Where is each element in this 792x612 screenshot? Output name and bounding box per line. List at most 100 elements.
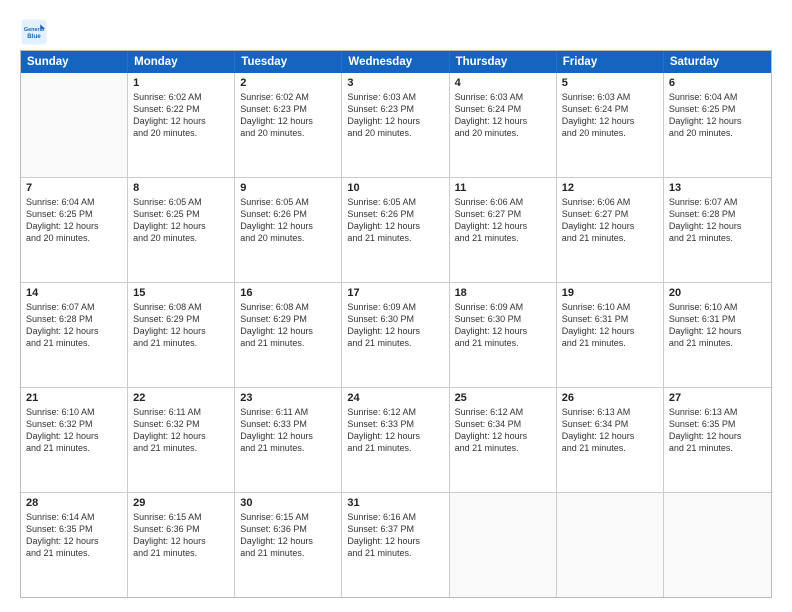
header-row: General Blue <box>20 18 772 46</box>
cell-info: Sunrise: 6:03 AMSunset: 6:23 PMDaylight:… <box>347 91 443 140</box>
header-day-thursday: Thursday <box>450 51 557 73</box>
cal-cell-1-3: 2 Sunrise: 6:02 AMSunset: 6:23 PMDaylight… <box>235 73 342 177</box>
cal-cell-4-5: 25 Sunrise: 6:12 AMSunset: 6:34 PMDayligh… <box>450 388 557 492</box>
cell-info: Sunrise: 6:10 AMSunset: 6:32 PMDaylight:… <box>26 406 122 455</box>
cal-cell-5-2: 29Sunrise: 6:15 AMSunset: 6:36 PMDayligh… <box>128 493 235 597</box>
svg-text:Blue: Blue <box>27 33 41 40</box>
logo: General Blue <box>20 18 50 46</box>
cal-cell-3-4: 17 Sunrise: 6:09 AMSunset: 6:30 PMDayligh… <box>342 283 449 387</box>
day-number: 1 <box>133 77 229 89</box>
calendar: SundayMondayTuesdayWednesdayThursdayFrid… <box>20 50 772 598</box>
day-number: 23 <box>240 392 336 404</box>
day-number: 31 <box>347 497 443 509</box>
cal-cell-5-7 <box>664 493 771 597</box>
cell-info: Sunrise: 6:11 AMSunset: 6:33 PMDaylight:… <box>240 406 336 455</box>
calendar-header: SundayMondayTuesdayWednesdayThursdayFrid… <box>21 51 771 73</box>
cell-info: Sunrise: 6:04 AMSunset: 6:25 PMDaylight:… <box>26 196 122 245</box>
day-number: 12 <box>562 182 658 194</box>
day-number: 18 <box>455 287 551 299</box>
cell-info: Sunrise: 6:12 AMSunset: 6:33 PMDaylight:… <box>347 406 443 455</box>
cell-info: Sunrise: 6:15 AMSunset: 6:36 PMDaylight:… <box>133 511 229 560</box>
cal-cell-5-4: 31 Sunrise: 6:16 AMSunset: 6:37 PMDayligh… <box>342 493 449 597</box>
cell-info: Sunrise: 6:13 AMSunset: 6:34 PMDaylight:… <box>562 406 658 455</box>
header-day-sunday: Sunday <box>21 51 128 73</box>
week-row-1: 1 Sunrise: 6:02 AMSunset: 6:22 PMDaylight… <box>21 73 771 177</box>
cal-cell-1-7: 6 Sunrise: 6:04 AMSunset: 6:25 PMDaylight… <box>664 73 771 177</box>
header-day-monday: Monday <box>128 51 235 73</box>
day-number: 27 <box>669 392 766 404</box>
day-number: 10 <box>347 182 443 194</box>
cal-cell-2-7: 13 Sunrise: 6:07 AMSunset: 6:28 PMDayligh… <box>664 178 771 282</box>
header-day-tuesday: Tuesday <box>235 51 342 73</box>
header-day-wednesday: Wednesday <box>342 51 449 73</box>
week-row-3: 14Sunrise: 6:07 AMSunset: 6:28 PMDayligh… <box>21 282 771 387</box>
day-number: 9 <box>240 182 336 194</box>
day-number: 21 <box>26 392 122 404</box>
calendar-body: 1 Sunrise: 6:02 AMSunset: 6:22 PMDaylight… <box>21 73 771 597</box>
cell-info: Sunrise: 6:16 AMSunset: 6:37 PMDaylight:… <box>347 511 443 560</box>
cell-info: Sunrise: 6:08 AMSunset: 6:29 PMDaylight:… <box>133 301 229 350</box>
page: General Blue SundayMondayTuesdayWednesda… <box>0 0 792 612</box>
logo-icon: General Blue <box>20 18 48 46</box>
cell-info: Sunrise: 6:03 AMSunset: 6:24 PMDaylight:… <box>455 91 551 140</box>
cal-cell-2-6: 12 Sunrise: 6:06 AMSunset: 6:27 PMDayligh… <box>557 178 664 282</box>
cal-cell-3-7: 20 Sunrise: 6:10 AMSunset: 6:31 PMDayligh… <box>664 283 771 387</box>
day-number: 20 <box>669 287 766 299</box>
cal-cell-4-2: 22 Sunrise: 6:11 AMSunset: 6:32 PMDayligh… <box>128 388 235 492</box>
day-number: 30 <box>240 497 336 509</box>
cell-info: Sunrise: 6:12 AMSunset: 6:34 PMDaylight:… <box>455 406 551 455</box>
day-number: 6 <box>669 77 766 89</box>
day-number: 26 <box>562 392 658 404</box>
cell-info: Sunrise: 6:05 AMSunset: 6:26 PMDaylight:… <box>240 196 336 245</box>
cell-info: Sunrise: 6:06 AMSunset: 6:27 PMDaylight:… <box>455 196 551 245</box>
cal-cell-3-2: 15 Sunrise: 6:08 AMSunset: 6:29 PMDayligh… <box>128 283 235 387</box>
cal-cell-1-2: 1 Sunrise: 6:02 AMSunset: 6:22 PMDaylight… <box>128 73 235 177</box>
cal-cell-3-3: 16Sunrise: 6:08 AMSunset: 6:29 PMDayligh… <box>235 283 342 387</box>
cell-info: Sunrise: 6:05 AMSunset: 6:26 PMDaylight:… <box>347 196 443 245</box>
cal-cell-4-7: 27 Sunrise: 6:13 AMSunset: 6:35 PMDayligh… <box>664 388 771 492</box>
cell-info: Sunrise: 6:09 AMSunset: 6:30 PMDaylight:… <box>455 301 551 350</box>
cal-cell-4-6: 26 Sunrise: 6:13 AMSunset: 6:34 PMDayligh… <box>557 388 664 492</box>
cal-cell-3-6: 19Sunrise: 6:10 AMSunset: 6:31 PMDayligh… <box>557 283 664 387</box>
cal-cell-2-3: 9 Sunrise: 6:05 AMSunset: 6:26 PMDaylight… <box>235 178 342 282</box>
cell-info: Sunrise: 6:09 AMSunset: 6:30 PMDaylight:… <box>347 301 443 350</box>
cal-cell-1-1 <box>21 73 128 177</box>
cal-cell-5-5 <box>450 493 557 597</box>
cal-cell-1-4: 3Sunrise: 6:03 AMSunset: 6:23 PMDaylight… <box>342 73 449 177</box>
cell-info: Sunrise: 6:07 AMSunset: 6:28 PMDaylight:… <box>669 196 766 245</box>
header-day-saturday: Saturday <box>664 51 771 73</box>
day-number: 8 <box>133 182 229 194</box>
cell-info: Sunrise: 6:03 AMSunset: 6:24 PMDaylight:… <box>562 91 658 140</box>
day-number: 28 <box>26 497 122 509</box>
cal-cell-5-6 <box>557 493 664 597</box>
day-number: 17 <box>347 287 443 299</box>
cell-info: Sunrise: 6:13 AMSunset: 6:35 PMDaylight:… <box>669 406 766 455</box>
cal-cell-4-1: 21 Sunrise: 6:10 AMSunset: 6:32 PMDayligh… <box>21 388 128 492</box>
cell-info: Sunrise: 6:02 AMSunset: 6:22 PMDaylight:… <box>133 91 229 140</box>
cell-info: Sunrise: 6:10 AMSunset: 6:31 PMDaylight:… <box>669 301 766 350</box>
cal-cell-1-6: 5 Sunrise: 6:03 AMSunset: 6:24 PMDaylight… <box>557 73 664 177</box>
cell-info: Sunrise: 6:05 AMSunset: 6:25 PMDaylight:… <box>133 196 229 245</box>
day-number: 15 <box>133 287 229 299</box>
day-number: 5 <box>562 77 658 89</box>
header-day-friday: Friday <box>557 51 664 73</box>
day-number: 16 <box>240 287 336 299</box>
cal-cell-4-3: 23 Sunrise: 6:11 AMSunset: 6:33 PMDayligh… <box>235 388 342 492</box>
cell-info: Sunrise: 6:02 AMSunset: 6:23 PMDaylight:… <box>240 91 336 140</box>
day-number: 25 <box>455 392 551 404</box>
cal-cell-3-5: 18 Sunrise: 6:09 AMSunset: 6:30 PMDayligh… <box>450 283 557 387</box>
day-number: 13 <box>669 182 766 194</box>
cal-cell-3-1: 14Sunrise: 6:07 AMSunset: 6:28 PMDayligh… <box>21 283 128 387</box>
day-number: 2 <box>240 77 336 89</box>
cal-cell-5-3: 30Sunrise: 6:15 AMSunset: 6:36 PMDayligh… <box>235 493 342 597</box>
cell-info: Sunrise: 6:07 AMSunset: 6:28 PMDaylight:… <box>26 301 122 350</box>
day-number: 22 <box>133 392 229 404</box>
day-number: 4 <box>455 77 551 89</box>
day-number: 7 <box>26 182 122 194</box>
cell-info: Sunrise: 6:06 AMSunset: 6:27 PMDaylight:… <box>562 196 658 245</box>
cell-info: Sunrise: 6:04 AMSunset: 6:25 PMDaylight:… <box>669 91 766 140</box>
cal-cell-2-2: 8 Sunrise: 6:05 AMSunset: 6:25 PMDaylight… <box>128 178 235 282</box>
cal-cell-1-5: 4 Sunrise: 6:03 AMSunset: 6:24 PMDaylight… <box>450 73 557 177</box>
week-row-5: 28Sunrise: 6:14 AMSunset: 6:35 PMDayligh… <box>21 492 771 597</box>
cell-info: Sunrise: 6:11 AMSunset: 6:32 PMDaylight:… <box>133 406 229 455</box>
